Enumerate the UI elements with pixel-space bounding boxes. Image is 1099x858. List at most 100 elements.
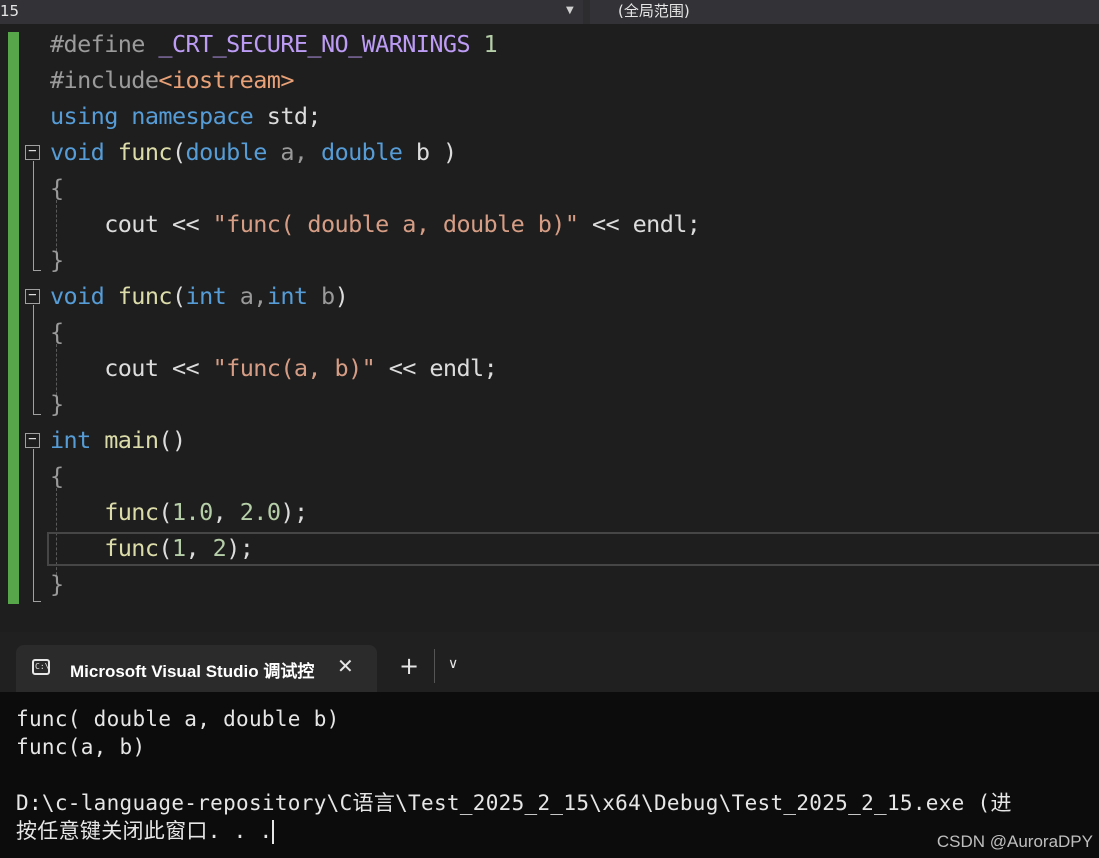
outline-line bbox=[33, 449, 34, 602]
terminal-line: func(a, b) bbox=[16, 735, 146, 759]
param-name: b bbox=[402, 138, 443, 166]
function-name: main bbox=[90, 426, 159, 454]
code-line-func-int[interactable]: void func(int a,int b) bbox=[50, 278, 349, 314]
paren: ( bbox=[171, 138, 186, 166]
outline-line bbox=[33, 161, 34, 270]
code-text: << endl; bbox=[375, 354, 498, 382]
keyword: namespace bbox=[117, 102, 254, 130]
code-text: cout << bbox=[104, 210, 213, 238]
preprocessor-directive: #include bbox=[50, 66, 159, 94]
brace: { bbox=[50, 174, 64, 202]
outline-line bbox=[33, 414, 41, 415]
keyword: using bbox=[50, 102, 118, 130]
brace: } bbox=[50, 246, 64, 274]
paren: ); bbox=[280, 498, 308, 526]
function-name: func bbox=[104, 138, 173, 166]
paren: ( bbox=[171, 282, 186, 310]
terminal-output[interactable]: func( double a, double b) func(a, b) D:\… bbox=[0, 692, 1099, 858]
code-line-brace[interactable]: { bbox=[50, 314, 64, 350]
chevron-down-icon[interactable]: ∨ bbox=[448, 656, 458, 672]
code-line-using[interactable]: using namespace std; bbox=[50, 98, 322, 134]
code-line-brace[interactable]: } bbox=[50, 566, 64, 602]
brace: { bbox=[50, 318, 64, 346]
scope-dropdown-label: (全局范围) bbox=[618, 2, 690, 20]
param-name: a, bbox=[226, 282, 268, 310]
paren: ( bbox=[158, 534, 172, 562]
function-name: func bbox=[104, 282, 173, 310]
number-literal: 2 bbox=[212, 534, 227, 562]
code-line-brace[interactable]: } bbox=[50, 242, 64, 278]
outline-line bbox=[33, 305, 34, 414]
divider bbox=[434, 649, 435, 683]
param-name: b bbox=[307, 282, 335, 310]
code-line-include[interactable]: #include<iostream> bbox=[50, 62, 294, 98]
keyword: int bbox=[50, 426, 91, 454]
terminal-tab[interactable]: C:\ Microsoft Visual Studio 调试控 ✕ bbox=[16, 645, 377, 692]
terminal-line: func( double a, double b) bbox=[16, 707, 340, 731]
code-line-call-double[interactable]: func(1.0, 2.0); bbox=[50, 494, 308, 530]
paren: () bbox=[158, 426, 186, 454]
outline-line bbox=[33, 270, 41, 271]
console-icon: C:\ bbox=[32, 659, 50, 675]
code-text: cout << bbox=[104, 354, 213, 382]
brace: } bbox=[50, 570, 64, 598]
new-tab-button[interactable]: + bbox=[399, 654, 419, 678]
macro-name: _CRT_SECURE_NO_WARNINGS bbox=[158, 30, 470, 58]
comma: , bbox=[185, 534, 213, 562]
paren: ) bbox=[334, 282, 349, 310]
string-literal: "func(a, b)" bbox=[212, 354, 376, 382]
type-keyword: double bbox=[321, 138, 403, 166]
code-editor[interactable]: − − − #define _CRT_SECURE_NO_WARNINGS 1 … bbox=[0, 24, 1099, 630]
param-name: a, bbox=[266, 138, 322, 166]
code-line-cout[interactable]: cout << "func(a, b)" << endl; bbox=[50, 350, 498, 386]
code-line-brace[interactable]: } bbox=[50, 386, 64, 422]
number-literal: 1.0 bbox=[171, 498, 213, 526]
navigation-bar: 15 ▼ (全局范围) bbox=[0, 0, 1099, 24]
terminal-line: 按任意键关闭此窗口. . . bbox=[16, 819, 273, 843]
string-literal: "func( double a, double b)" bbox=[212, 210, 579, 238]
change-tracking-bar bbox=[8, 32, 19, 604]
code-line-call-int[interactable]: func(1, 2); bbox=[50, 530, 254, 566]
outline-line bbox=[33, 601, 41, 602]
text-cursor bbox=[272, 820, 275, 844]
function-name: func bbox=[104, 498, 159, 526]
macro-value: 1 bbox=[470, 30, 498, 58]
collapse-icon[interactable]: − bbox=[25, 144, 40, 160]
collapse-icon[interactable]: − bbox=[25, 288, 40, 304]
terminal-line: D:\c-language-repository\C语言\Test_2025_2… bbox=[16, 791, 1012, 815]
preprocessor-directive: #define bbox=[50, 30, 159, 58]
terminal-tab-title: Microsoft Visual Studio 调试控 bbox=[70, 662, 315, 681]
code-line-main[interactable]: int main() bbox=[50, 422, 186, 458]
code-text: std; bbox=[253, 102, 322, 130]
collapse-icon[interactable]: − bbox=[25, 432, 40, 448]
comma: , bbox=[212, 498, 240, 526]
keyword: void bbox=[50, 282, 105, 310]
function-name: func bbox=[104, 534, 159, 562]
console-icon-text: C:\ bbox=[35, 662, 50, 671]
terminal-tab-bar: C:\ Microsoft Visual Studio 调试控 ✕ + ∨ bbox=[0, 632, 1099, 692]
paren: ) bbox=[442, 138, 457, 166]
close-icon[interactable]: ✕ bbox=[337, 654, 354, 678]
code-line-brace[interactable]: { bbox=[50, 458, 64, 494]
type-keyword: int bbox=[266, 282, 308, 310]
watermark: CSDN @AuroraDPY bbox=[936, 832, 1093, 851]
project-dropdown[interactable]: 15 ▼ bbox=[0, 0, 583, 24]
number-literal: 2.0 bbox=[239, 498, 281, 526]
code-line-cout[interactable]: cout << "func( double a, double b)" << e… bbox=[50, 206, 701, 242]
type-keyword: int bbox=[185, 282, 227, 310]
dropdown-arrow-icon[interactable]: ▼ bbox=[566, 0, 574, 22]
brace: { bbox=[50, 462, 64, 490]
paren: ); bbox=[226, 534, 254, 562]
scope-dropdown[interactable]: (全局范围) bbox=[590, 0, 1099, 24]
terminal-prompt-line: 按任意键关闭此窗口. . . bbox=[16, 817, 275, 845]
number-literal: 1 bbox=[171, 534, 186, 562]
type-keyword: double bbox=[185, 138, 268, 166]
brace: } bbox=[50, 390, 64, 418]
project-dropdown-label: 15 bbox=[0, 2, 20, 20]
code-line-define[interactable]: #define _CRT_SECURE_NO_WARNINGS 1 bbox=[50, 26, 498, 62]
include-header: <iostream> bbox=[158, 66, 294, 94]
code-line-func-double[interactable]: void func(double a, double b ) bbox=[50, 134, 457, 170]
code-line-brace[interactable]: { bbox=[50, 170, 64, 206]
paren: ( bbox=[158, 498, 172, 526]
keyword: void bbox=[50, 138, 105, 166]
